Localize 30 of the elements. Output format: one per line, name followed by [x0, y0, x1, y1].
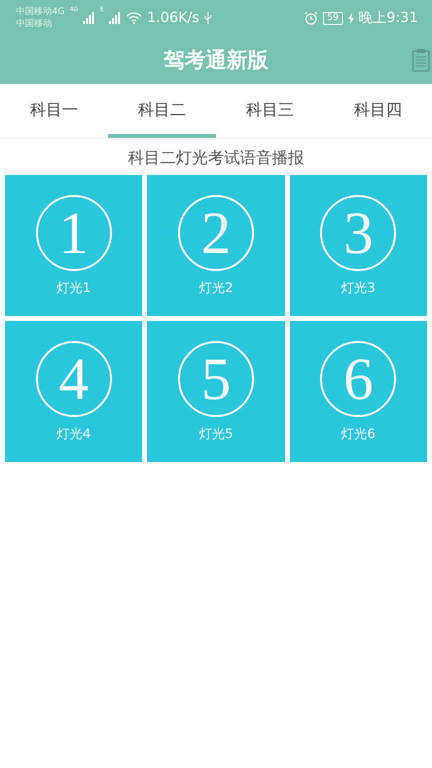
number-circle: 1 — [36, 194, 112, 270]
number-circle: 6 — [320, 340, 396, 416]
carrier-text: 中国移动 — [16, 18, 53, 30]
wifi-icon — [126, 12, 142, 24]
light-tile[interactable]: 2 灯光2 — [147, 175, 285, 316]
light-tile[interactable]: 3 灯光3 — [290, 175, 427, 316]
light-tile[interactable]: 1 灯光1 — [5, 175, 142, 316]
network-speed: 1.06K/s — [146, 10, 200, 26]
tab[interactable]: 科目二 — [108, 84, 216, 138]
light-tile[interactable]: 4 灯光4 — [5, 321, 142, 462]
light-tile[interactable]: 5 灯光5 — [147, 321, 285, 462]
tab[interactable]: 科目四 — [324, 84, 432, 138]
charging-icon — [348, 12, 354, 24]
number-circle: 5 — [178, 340, 254, 416]
signal-icon — [83, 12, 96, 24]
light-tile[interactable]: 6 灯光6 — [290, 321, 427, 462]
clock: 晚上9:31 — [358, 9, 418, 27]
signal-icon — [108, 12, 121, 24]
number-circle: 3 — [320, 194, 396, 270]
number-circle: 2 — [178, 194, 254, 270]
usb-icon — [204, 11, 212, 25]
tab[interactable]: 科目一 — [0, 84, 108, 138]
alarm-icon — [304, 11, 318, 25]
carrier-text: 中国移动4G — [16, 6, 65, 18]
clipboard-icon[interactable] — [412, 48, 430, 72]
app-title: 驾考通新版 — [164, 47, 268, 74]
battery-indicator: 59 — [323, 12, 343, 24]
number-circle: 4 — [36, 340, 112, 416]
section-title: 科目二灯光考试语音播报 — [127, 148, 305, 169]
tab[interactable]: 科目三 — [216, 84, 324, 138]
